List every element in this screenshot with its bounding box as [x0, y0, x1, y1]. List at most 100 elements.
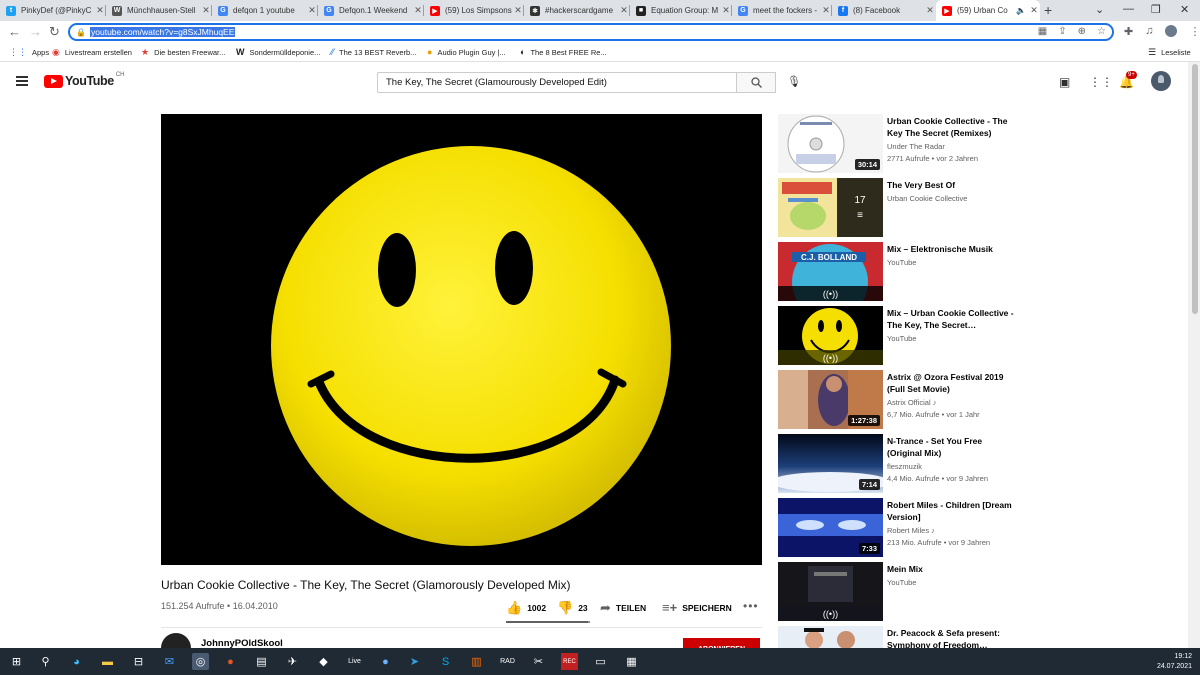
- browser-tab[interactable]: t PinkyDef (@PinkyC ✕: [0, 0, 106, 21]
- bookmark-item[interactable]: ◐ The 8 Best FREE Re...: [520, 47, 607, 57]
- recommendation-channel[interactable]: Under The Radar: [887, 142, 945, 151]
- file-explorer-icon[interactable]: ▬: [99, 653, 116, 670]
- video-thumbnail[interactable]: 1:27:38: [778, 370, 883, 429]
- recommendation-title[interactable]: N-Trance - Set You Free (Original Mix): [887, 435, 1017, 459]
- zoom-icon[interactable]: ⊕: [1078, 26, 1086, 37]
- close-icon[interactable]: ✕: [924, 5, 936, 16]
- recommendation-item[interactable]: ((•)) Mix – Urban Cookie Collective - Th…: [778, 306, 1018, 366]
- bookmark-star-icon[interactable]: ☆: [1097, 26, 1106, 37]
- telegram-icon[interactable]: ➤: [406, 653, 423, 670]
- recommendation-channel[interactable]: YouTube: [887, 334, 916, 343]
- recommendation-channel[interactable]: Robert Miles ♪: [887, 526, 935, 535]
- recommendation-channel[interactable]: Urban Cookie Collective: [887, 194, 967, 203]
- qr-code-icon[interactable]: ▦: [1038, 26, 1047, 37]
- app-icon[interactable]: ▦: [623, 653, 640, 670]
- recommendation-item[interactable]: 30:14 Urban Cookie Collective - The Key …: [778, 114, 1018, 174]
- restore-button[interactable]: ❐: [1151, 3, 1161, 16]
- recommendation-item[interactable]: 17 ≡ The Very Best Of Urban Cookie Colle…: [778, 178, 1018, 238]
- recommendation-item[interactable]: ((•)) Mein Mix YouTube: [778, 562, 1018, 622]
- new-tab-button[interactable]: +: [1044, 2, 1052, 18]
- mix-thumbnail[interactable]: C.J. BOLLAND ((•)): [778, 242, 883, 301]
- forward-button[interactable]: →: [29, 24, 42, 39]
- browser-tab[interactable]: G meet the fockers - ✕: [732, 0, 832, 21]
- recommendation-title[interactable]: Mix – Elektronische Musik: [887, 243, 1017, 255]
- recommendation-channel[interactable]: Astrix Official ♪: [887, 398, 936, 407]
- mix-thumbnail[interactable]: ((•)): [778, 306, 883, 365]
- app-icon[interactable]: ✈: [284, 653, 301, 670]
- browser-tab[interactable]: W Münchhausen-Stell ✕: [106, 0, 212, 21]
- bookmark-item[interactable]: ⁄⁄ The 13 BEST Reverb...: [331, 47, 416, 57]
- dislike-button[interactable]: 👎 23: [557, 600, 588, 616]
- recommendation-title[interactable]: Dr. Peacock & Sefa present: Symphony of …: [887, 627, 1017, 648]
- like-button[interactable]: 👍 1002: [506, 600, 546, 616]
- video-thumbnail[interactable]: 7:14: [778, 434, 883, 493]
- send-tab-icon[interactable]: ⇪: [1058, 26, 1066, 37]
- close-icon[interactable]: ✕: [1028, 5, 1040, 16]
- avatar[interactable]: [1151, 71, 1171, 91]
- search-icon[interactable]: ⚲: [37, 653, 54, 670]
- recommendation-title[interactable]: Mix – Urban Cookie Collective - The Key,…: [887, 307, 1017, 331]
- share-button[interactable]: ➦ TEILEN: [600, 600, 646, 616]
- recommendation-title[interactable]: Astrix @ Ozora Festival 2019 (Full Set M…: [887, 371, 1017, 395]
- lock-icon[interactable]: 🔒: [76, 28, 86, 37]
- back-button[interactable]: ←: [8, 24, 21, 39]
- tab-search-icon[interactable]: ⌄: [1095, 3, 1104, 16]
- bookmark-item[interactable]: W Sondermülldeponie...: [236, 47, 320, 57]
- chat-icon[interactable]: ●: [377, 653, 394, 670]
- recommendation-channel[interactable]: YouTube: [887, 578, 916, 587]
- playlist-thumbnail[interactable]: 17 ≡: [778, 178, 883, 237]
- bookmark-item[interactable]: ● Audio Plugin Guy |...: [427, 47, 506, 57]
- recommendation-item[interactable]: C.J. BOLLAND ((•)) Mix – Elektronische M…: [778, 242, 1018, 302]
- recommendation-channel[interactable]: YouTube: [887, 258, 916, 267]
- youtube-logo[interactable]: YouTube CH: [44, 72, 124, 88]
- skype-icon[interactable]: S: [437, 653, 454, 670]
- edge-icon[interactable]: ◕: [68, 653, 85, 670]
- menu-dots-icon[interactable]: ⋮: [1189, 25, 1200, 38]
- url-text[interactable]: youtube.com/watch?v=g8SxJMhuqEE: [90, 27, 236, 37]
- recommendation-item[interactable]: 7:33 Robert Miles - Children [Dream Vers…: [778, 498, 1018, 558]
- chrome-icon[interactable]: ◎: [192, 653, 209, 670]
- bookmark-apps[interactable]: ⋮⋮ Apps: [9, 47, 49, 58]
- browser-tab-active[interactable]: ▶ (59) Urban Co 🔈 ✕: [936, 0, 1040, 21]
- search-button[interactable]: [737, 72, 776, 93]
- browser-tab[interactable]: G defqon 1 youtube ✕: [212, 0, 318, 21]
- media-control-icon[interactable]: ♫: [1145, 25, 1153, 38]
- video-thumbnail[interactable]: [778, 626, 883, 648]
- windows-start-icon[interactable]: ⊞: [8, 653, 25, 670]
- mix-thumbnail[interactable]: ((•)): [778, 562, 883, 621]
- browser-tab[interactable]: G Defqon.1 Weekend ✕: [318, 0, 424, 21]
- search-input[interactable]: The Key, The Secret (Glamourously Develo…: [377, 72, 737, 93]
- speaker-icon[interactable]: 🔈: [1016, 6, 1026, 15]
- address-bar[interactable]: 🔒 youtube.com/watch?v=g8SxJMhuqEE ▦ ⇪ ⊕ …: [68, 23, 1114, 41]
- profile-icon[interactable]: [1165, 25, 1178, 37]
- minimize-button[interactable]: —: [1123, 3, 1134, 15]
- scrollbar-thumb[interactable]: [1192, 64, 1198, 314]
- more-options-icon[interactable]: •••: [743, 599, 759, 613]
- bookmark-item[interactable]: ◉ Livestream erstellen: [52, 47, 132, 58]
- browser-tab[interactable]: ■ Equation Group: M ✕: [630, 0, 732, 21]
- recommendation-item[interactable]: 7:14 N-Trance - Set You Free (Original M…: [778, 434, 1018, 494]
- apps-icon[interactable]: ⋮⋮: [1089, 75, 1113, 89]
- recommendation-item[interactable]: 1:27:38 Astrix @ Ozora Festival 2019 (Fu…: [778, 370, 1018, 430]
- save-button[interactable]: ≡+ SPEICHERN: [662, 600, 732, 615]
- microphone-icon[interactable]: 🎙: [787, 75, 801, 88]
- recommendation-title[interactable]: Urban Cookie Collective - The Key The Se…: [887, 115, 1017, 139]
- app-icon[interactable]: REC: [561, 653, 578, 670]
- browser-tab[interactable]: f (8) Facebook ✕: [832, 0, 936, 21]
- bookmark-item[interactable]: ★ Die besten Freewar...: [141, 47, 225, 58]
- vm-icon[interactable]: ▤: [253, 653, 270, 670]
- reload-button[interactable]: ↻: [49, 24, 60, 40]
- mail-icon[interactable]: ✉: [161, 653, 178, 670]
- video-thumbnail[interactable]: 7:33: [778, 498, 883, 557]
- extensions-icon[interactable]: ✚: [1124, 25, 1133, 38]
- browser-tab[interactable]: ✱ #hackerscardgame ✕: [524, 0, 630, 21]
- browser-tab[interactable]: ▶ (59) Los Simpsons ✕: [424, 0, 524, 21]
- app-icon[interactable]: RAD: [499, 653, 516, 670]
- ubuntu-icon[interactable]: ●: [222, 653, 239, 670]
- reading-list[interactable]: ☰ Leseliste: [1148, 47, 1191, 58]
- video-thumbnail[interactable]: 30:14: [778, 114, 883, 173]
- recommendation-channel[interactable]: fleszmuzik: [887, 462, 922, 471]
- terminal-icon[interactable]: ▭: [592, 653, 609, 670]
- recommendation-title[interactable]: The Very Best Of: [887, 179, 1017, 191]
- app-icon[interactable]: ▥: [468, 653, 485, 670]
